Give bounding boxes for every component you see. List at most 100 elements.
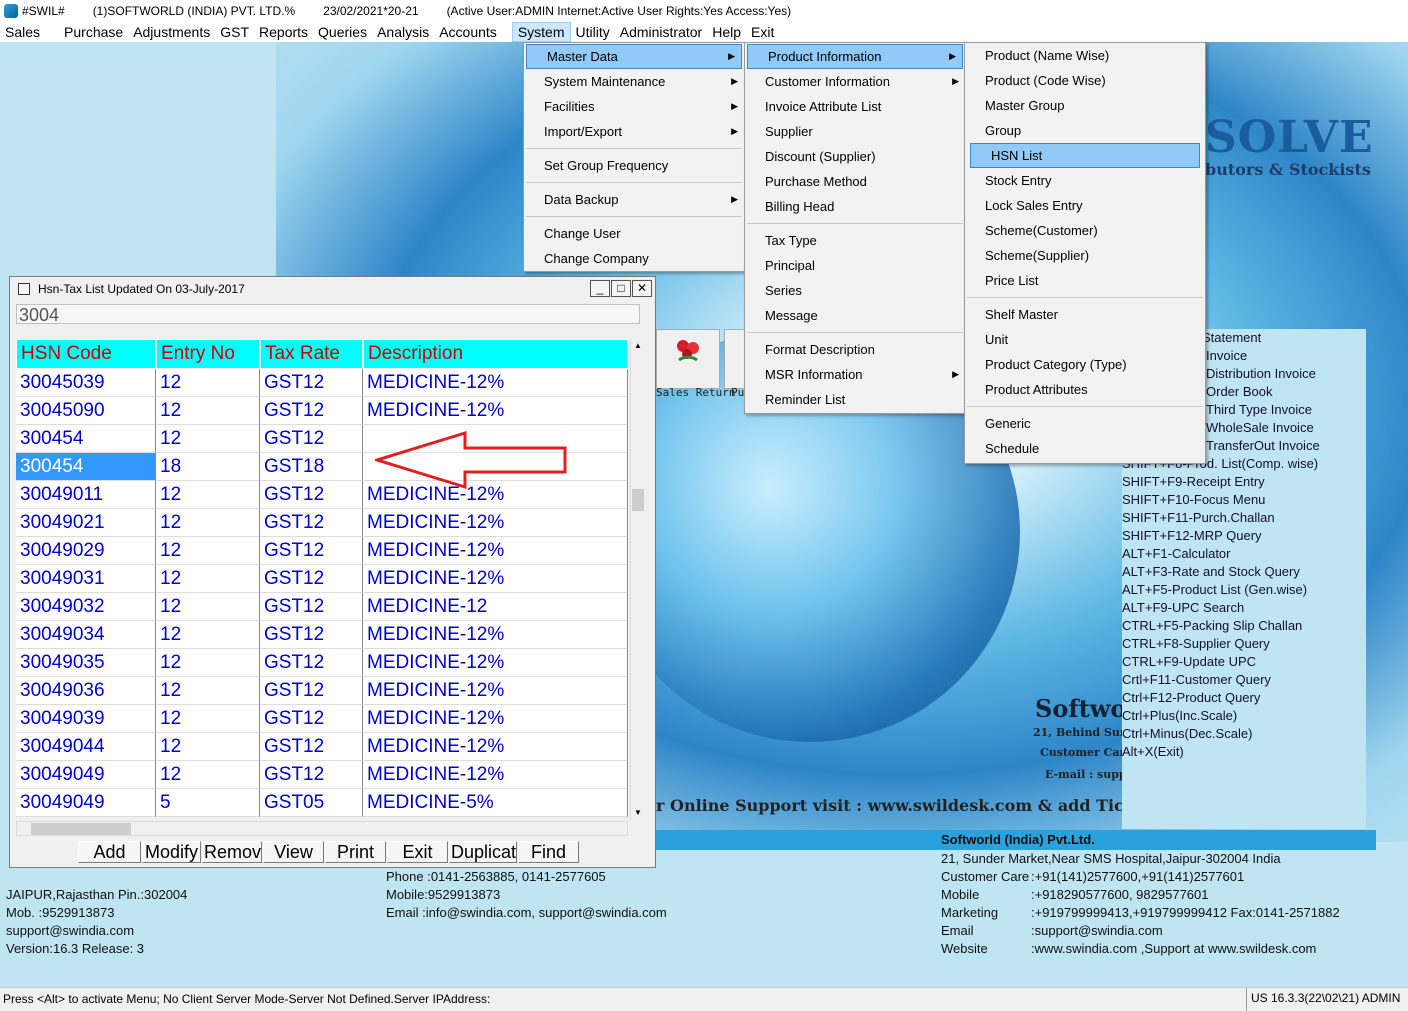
close-button[interactable]: ✕ — [632, 280, 652, 297]
menu-exit[interactable]: Exit — [746, 22, 779, 42]
menu-item-schedule[interactable]: Schedule — [965, 436, 1205, 461]
menu-item-supplier[interactable]: Supplier — [745, 119, 965, 144]
find-button[interactable]: Find — [518, 841, 579, 863]
shortcut-item: ALT+F5-Product List (Gen.wise) — [1122, 582, 1308, 597]
info-company: Softworld (India) Pvt.Ltd. — [941, 832, 1095, 847]
menu-item-principal[interactable]: Principal — [745, 253, 965, 278]
menu-item-msr-information[interactable]: MSR Information ▶ — [745, 362, 965, 387]
menu-gst[interactable]: GST — [215, 22, 254, 42]
hsn-search-input[interactable]: 3004 — [16, 304, 640, 325]
table-row[interactable]: 30049044 12 GST12 MEDICINE-12% — [16, 733, 628, 761]
column-header-entry-no[interactable]: Entry No — [156, 339, 260, 369]
menu-item-stock-entry[interactable]: Stock Entry — [965, 168, 1205, 193]
menu-item-change-company[interactable]: Change Company — [524, 246, 744, 271]
table-row[interactable]: 30045090 12 GST12 MEDICINE-12% — [16, 397, 628, 425]
scroll-thumb[interactable] — [31, 823, 131, 835]
scroll-up-icon[interactable]: ▲ — [634, 341, 642, 350]
menu-reports[interactable]: Reports — [254, 22, 313, 42]
table-row[interactable]: 30049036 12 GST12 MEDICINE-12% — [16, 677, 628, 705]
column-header-tax-rate[interactable]: Tax Rate — [260, 339, 363, 369]
menu-adjustments[interactable]: Adjustments — [128, 22, 215, 42]
menu-purchase[interactable]: Purchase — [59, 22, 128, 42]
menu-item-shelf-master[interactable]: Shelf Master — [965, 302, 1205, 327]
shortcut-item: CTRL+F5-Packing Slip Challan — [1122, 618, 1303, 633]
maximize-button[interactable]: □ — [611, 280, 631, 297]
menu-item-product-code-wise[interactable]: Product (Code Wise) — [965, 68, 1205, 93]
system-menu: Master Data ▶ System Maintenance ▶ Facilit… — [523, 42, 745, 272]
remove-button[interactable]: Remove — [202, 841, 262, 863]
menu-item-reminder-list[interactable]: Reminder List — [745, 387, 965, 412]
menu-item-set-group-frequency[interactable]: Set Group Frequency — [524, 153, 744, 178]
menu-item-billing-head[interactable]: Billing Head — [745, 194, 965, 219]
table-row[interactable]: 30045039 12 GST12 MEDICINE-12% — [16, 369, 628, 397]
menu-item-message[interactable]: Message — [745, 303, 965, 328]
table-row[interactable]: 30049035 12 GST12 MEDICINE-12% — [16, 649, 628, 677]
menu-accounts[interactable]: Accounts — [434, 22, 502, 42]
action-buttons: Add Modify Remove View Print Exit Duplic… — [78, 841, 580, 863]
view-button[interactable]: View — [263, 841, 324, 863]
menu-item-product-category[interactable]: Product Category (Type) — [965, 352, 1205, 377]
column-header-description[interactable]: Description — [363, 339, 628, 369]
table-row[interactable]: 30049031 12 GST12 MEDICINE-12% — [16, 565, 628, 593]
table-row[interactable]: 30049049 12 GST12 MEDICINE-12% — [16, 761, 628, 789]
menu-item-import-export[interactable]: Import/Export ▶ — [524, 119, 744, 144]
modify-button[interactable]: Modify — [142, 841, 201, 863]
menu-item-master-data[interactable]: Master Data ▶ — [526, 44, 742, 69]
menu-item-price-list[interactable]: Price List — [965, 268, 1205, 293]
menu-item-data-backup[interactable]: Data Backup ▶ — [524, 187, 744, 212]
table-row[interactable]: 30049032 12 GST12 MEDICINE-12 — [16, 593, 628, 621]
menu-item-generic[interactable]: Generic — [965, 411, 1205, 436]
table-row[interactable]: 30049049 5 GST05 MEDICINE-5% — [16, 789, 628, 817]
menu-item-master-group[interactable]: Master Group — [965, 93, 1205, 118]
exit-button[interactable]: Exit — [387, 841, 448, 863]
minimize-button[interactable]: _ — [590, 280, 610, 297]
menu-queries[interactable]: Queries — [313, 22, 372, 42]
table-row[interactable]: 30049039 12 GST12 MEDICINE-12% — [16, 705, 628, 733]
menu-item-hsn-list[interactable]: HSN List — [970, 143, 1200, 168]
company-name: (1)SOFTWORLD (INDIA) PVT. LTD.% — [92, 4, 296, 18]
menu-help[interactable]: Help — [707, 22, 746, 42]
menu-item-product-information[interactable]: Product Information ▶ — [747, 44, 963, 69]
menu-item-format-description[interactable]: Format Description — [745, 337, 965, 362]
menu-item-scheme-customer[interactable]: Scheme(Customer) — [965, 218, 1205, 243]
sales-return-label: Sales Return — [656, 386, 736, 399]
scroll-thumb[interactable] — [632, 489, 644, 511]
menu-analysis[interactable]: Analysis — [372, 22, 434, 42]
menu-item-product-name-wise[interactable]: Product (Name Wise) — [965, 43, 1205, 68]
menu-item-product-attributes[interactable]: Product Attributes — [965, 377, 1205, 402]
menu-item-facilities[interactable]: Facilities ▶ — [524, 94, 744, 119]
menu-separator — [747, 223, 963, 224]
menu-item-discount-supplier[interactable]: Discount (Supplier) — [745, 144, 965, 169]
table-row[interactable]: 30049021 12 GST12 MEDICINE-12% — [16, 509, 628, 537]
menu-system[interactable]: System — [511, 22, 571, 42]
menu-separator — [526, 148, 742, 149]
print-button[interactable]: Print — [325, 841, 386, 863]
menu-item-customer-information[interactable]: Customer Information ▶ — [745, 69, 965, 94]
menu-item-system-maintenance[interactable]: System Maintenance ▶ — [524, 69, 744, 94]
menu-item-tax-type[interactable]: Tax Type — [745, 228, 965, 253]
column-header-hsn-code[interactable]: HSN Code — [16, 339, 156, 369]
brand-subtitle: butors & Stockists — [1205, 160, 1371, 179]
duplicate-button[interactable]: Duplicate — [449, 841, 517, 863]
scroll-down-icon[interactable]: ▼ — [634, 808, 642, 817]
menu-item-scheme-supplier[interactable]: Scheme(Supplier) — [965, 243, 1205, 268]
menu-item-invoice-attribute-list[interactable]: Invoice Attribute List — [745, 94, 965, 119]
menu-item-group[interactable]: Group — [965, 118, 1205, 143]
add-button[interactable]: Add — [78, 841, 141, 863]
menu-utility[interactable]: Utility — [571, 22, 615, 42]
vertical-scrollbar[interactable]: ▲ ▼ — [630, 339, 645, 819]
sales-return-button[interactable] — [656, 329, 720, 389]
menu-item-unit[interactable]: Unit — [965, 327, 1205, 352]
horizontal-scrollbar[interactable] — [16, 821, 628, 836]
table-row[interactable]: 30049029 12 GST12 MEDICINE-12% — [16, 537, 628, 565]
shortcut-item: Ctrl+Plus(Inc.Scale) — [1122, 708, 1238, 723]
menu-sales[interactable]: Sales — [0, 22, 45, 42]
hsn-grid: HSN Code Entry No Tax Rate Description 3… — [16, 339, 628, 817]
table-row[interactable]: 30049034 12 GST12 MEDICINE-12% — [16, 621, 628, 649]
menu-administrator[interactable]: Administrator — [615, 22, 707, 42]
menu-item-change-user[interactable]: Change User — [524, 221, 744, 246]
menu-item-series[interactable]: Series — [745, 278, 965, 303]
menu-item-lock-sales-entry[interactable]: Lock Sales Entry — [965, 193, 1205, 218]
menu-item-purchase-method[interactable]: Purchase Method — [745, 169, 965, 194]
shortcut-item: SHIFT+F9-Receipt Entry — [1122, 474, 1265, 489]
